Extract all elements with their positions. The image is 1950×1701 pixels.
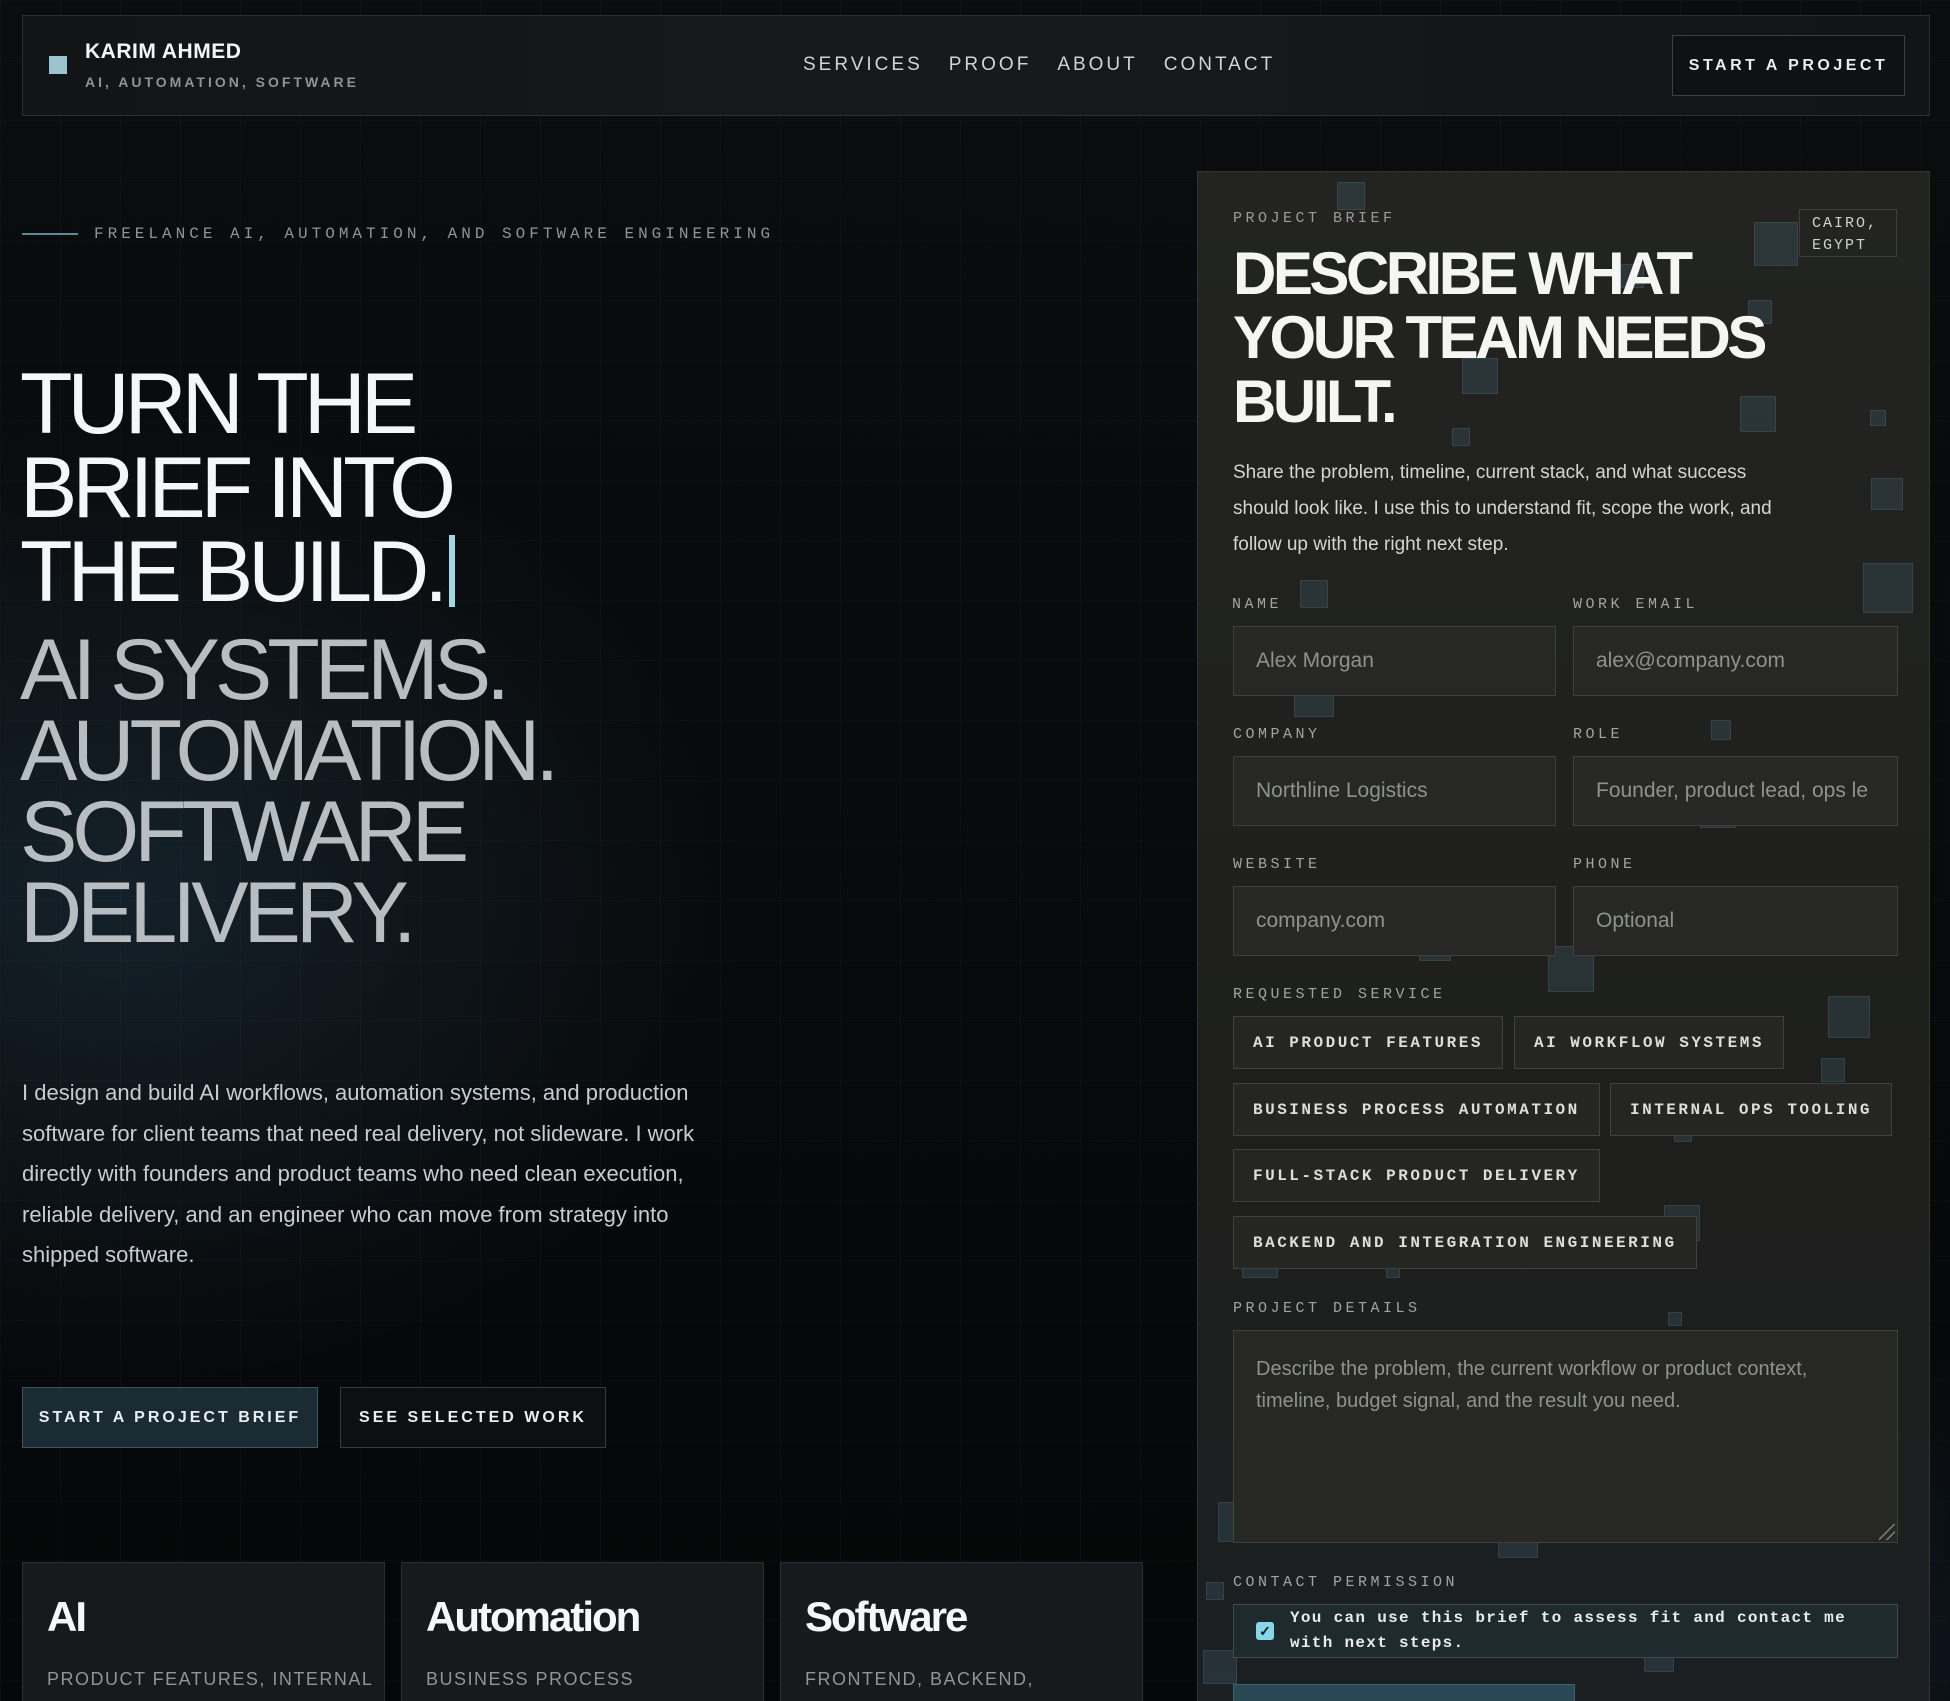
nav-about[interactable]: ABOUT bbox=[1057, 54, 1137, 76]
website-input[interactable]: company.com bbox=[1233, 886, 1556, 956]
subheadline-line: SOFTWARE bbox=[20, 784, 469, 880]
decorative-square bbox=[1828, 996, 1870, 1038]
card-subtitle: BUSINESS PROCESS bbox=[426, 1669, 635, 1689]
subheadline-line: AI SYSTEMS. bbox=[20, 622, 510, 718]
service-card-software[interactable]: Software FRONTEND, BACKEND, bbox=[780, 1562, 1143, 1701]
project-brief-panel: PROJECT BRIEF CAIRO, EGYPT DESCRIBE WHAT… bbox=[1197, 171, 1930, 1701]
website-label: WEBSITE bbox=[1233, 856, 1321, 873]
nav-proof[interactable]: PROOF bbox=[949, 54, 1032, 76]
decorative-square bbox=[1203, 1650, 1237, 1684]
nav-services[interactable]: SERVICES bbox=[803, 54, 923, 76]
service-card-ai[interactable]: AI PRODUCT FEATURES, INTERNAL bbox=[22, 1562, 385, 1701]
name-label: NAME bbox=[1232, 596, 1283, 613]
contact-permission-label: CONTACT PERMISSION bbox=[1233, 1574, 1459, 1591]
nav-contact[interactable]: CONTACT bbox=[1164, 54, 1275, 76]
hero-subheadline: AI SYSTEMS. AUTOMATION. SOFTWARE DELIVER… bbox=[20, 622, 559, 961]
phone-input[interactable]: Optional bbox=[1573, 886, 1898, 956]
card-title: Software bbox=[805, 1593, 968, 1640]
see-selected-work-button[interactable]: SEE SELECTED WORK bbox=[340, 1387, 606, 1448]
name-input[interactable]: Alex Morgan bbox=[1233, 626, 1556, 696]
form-title: DESCRIBE WHAT YOUR TEAM NEEDS BUILT. bbox=[1233, 240, 1767, 435]
service-chip-ai-product-features[interactable]: AI PRODUCT FEATURES bbox=[1233, 1016, 1503, 1069]
headline-line: TURN THE bbox=[20, 356, 418, 452]
start-project-brief-button[interactable]: START A PROJECT BRIEF bbox=[22, 1387, 318, 1448]
service-chip-business-process-automation[interactable]: BUSINESS PROCESS AUTOMATION bbox=[1233, 1083, 1600, 1136]
service-chip-full-stack-product-delivery[interactable]: FULL-STACK PRODUCT DELIVERY bbox=[1233, 1149, 1600, 1202]
decorative-square bbox=[1711, 720, 1731, 740]
subheadline-line: DELIVERY. bbox=[20, 865, 417, 961]
headline-line: THE BUILD. bbox=[20, 529, 456, 615]
hero-headline: TURN THE BRIEF INTO THE BUILD. bbox=[20, 356, 456, 615]
service-chip-ai-workflow-systems[interactable]: AI WORKFLOW SYSTEMS bbox=[1514, 1016, 1784, 1069]
contact-permission-text: You can use this brief to assess fit and… bbox=[1290, 1609, 1846, 1652]
decorative-square bbox=[1300, 580, 1328, 608]
card-subtitle: PRODUCT FEATURES, INTERNAL bbox=[47, 1669, 374, 1689]
resize-handle-icon[interactable] bbox=[1879, 1524, 1895, 1540]
main-nav: SERVICES PROOF ABOUT CONTACT bbox=[803, 54, 1275, 76]
form-eyebrow: PROJECT BRIEF bbox=[1233, 210, 1396, 227]
role-input[interactable]: Founder, product lead, ops le bbox=[1573, 756, 1898, 826]
card-subtitle: FRONTEND, BACKEND, bbox=[805, 1669, 1035, 1689]
brand-logo-icon bbox=[49, 56, 67, 74]
card-title: Automation bbox=[426, 1593, 641, 1640]
project-details-placeholder: Describe the problem, the current workfl… bbox=[1256, 1358, 1808, 1412]
decorative-square bbox=[1863, 563, 1913, 613]
decorative-square bbox=[1821, 1058, 1845, 1082]
work-email-label: WORK EMAIL bbox=[1573, 596, 1699, 613]
brand-tagline: AI, AUTOMATION, SOFTWARE bbox=[85, 74, 359, 90]
site-header: KARIM AHMED AI, AUTOMATION, SOFTWARE SER… bbox=[22, 15, 1930, 116]
headline-line: BRIEF INTO bbox=[20, 440, 456, 536]
eyebrow-rule bbox=[22, 233, 78, 235]
service-chip-backend-integration-engineering[interactable]: BACKEND AND INTEGRATION ENGINEERING bbox=[1233, 1216, 1697, 1269]
project-details-label: PROJECT DETAILS bbox=[1233, 1300, 1421, 1317]
decorative-square bbox=[1668, 1312, 1682, 1326]
role-label: ROLE bbox=[1573, 726, 1624, 743]
requested-service-label: REQUESTED SERVICE bbox=[1233, 986, 1446, 1003]
start-project-button[interactable]: START A PROJECT bbox=[1672, 35, 1905, 96]
service-card-automation[interactable]: Automation BUSINESS PROCESS bbox=[401, 1562, 764, 1701]
hero-description: I design and build AI workflows, automat… bbox=[22, 1080, 695, 1267]
card-title: AI bbox=[47, 1593, 87, 1640]
form-description: Share the problem, timeline, current sta… bbox=[1233, 462, 1772, 555]
company-label: COMPANY bbox=[1233, 726, 1321, 743]
subheadline-line: AUTOMATION. bbox=[20, 703, 559, 799]
service-chip-internal-ops-tooling[interactable]: INTERNAL OPS TOOLING bbox=[1610, 1083, 1893, 1136]
company-input[interactable]: Northline Logistics bbox=[1233, 756, 1556, 826]
phone-label: PHONE bbox=[1573, 856, 1636, 873]
project-details-textarea[interactable]: Describe the problem, the current workfl… bbox=[1233, 1330, 1898, 1543]
typing-cursor bbox=[449, 535, 456, 607]
decorative-square bbox=[1206, 1582, 1224, 1600]
decorative-square bbox=[1870, 410, 1886, 426]
brand-name[interactable]: KARIM AHMED bbox=[85, 40, 241, 64]
checkbox-checked-icon[interactable]: ✓ bbox=[1256, 1622, 1274, 1640]
hero-eyebrow-text: FREELANCE AI, AUTOMATION, AND SOFTWARE E… bbox=[94, 225, 775, 243]
work-email-input[interactable]: alex@company.com bbox=[1573, 626, 1898, 696]
contact-permission-checkbox-row[interactable]: ✓ You can use this brief to assess fit a… bbox=[1233, 1604, 1898, 1658]
decorative-square bbox=[1337, 182, 1365, 210]
decorative-square bbox=[1871, 478, 1903, 510]
headline-line-text: THE BUILD. bbox=[20, 524, 448, 620]
submit-button[interactable] bbox=[1233, 1684, 1575, 1701]
hero-eyebrow: FREELANCE AI, AUTOMATION, AND SOFTWARE E… bbox=[22, 225, 774, 243]
